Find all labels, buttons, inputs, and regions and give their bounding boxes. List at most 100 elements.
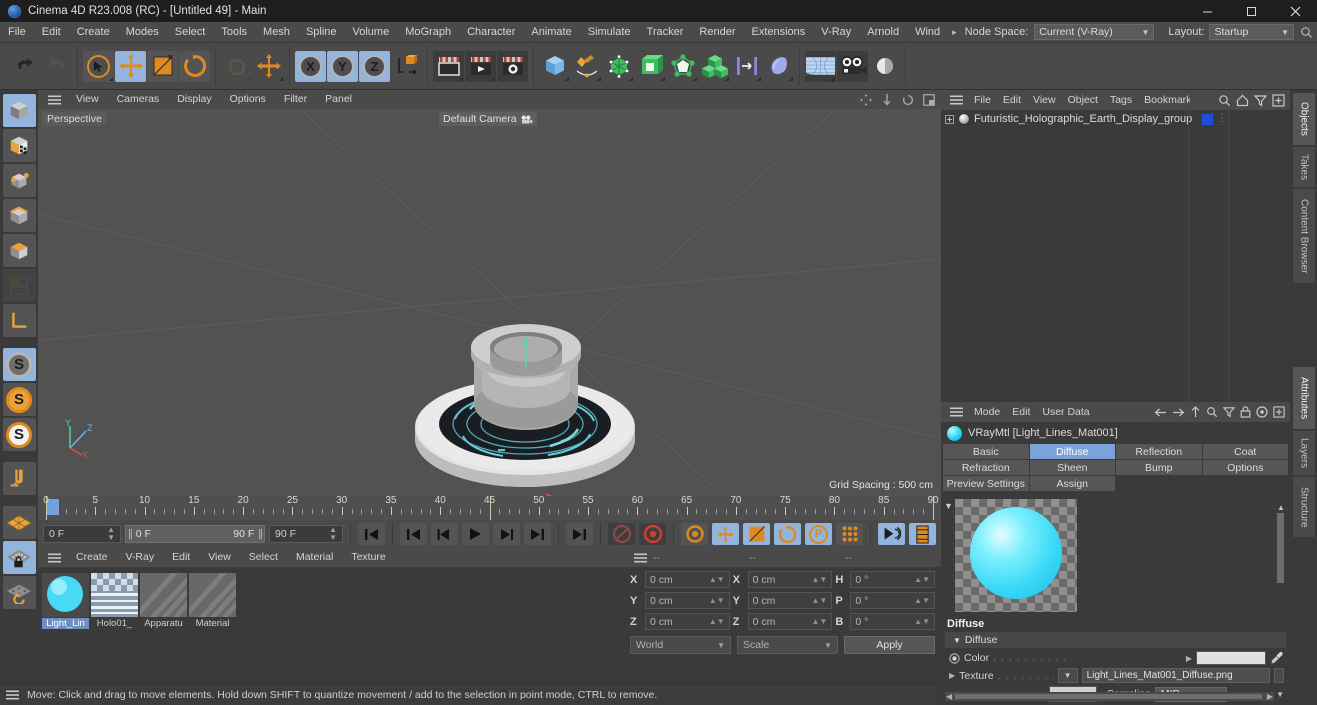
menu-edit[interactable]: Edit	[34, 22, 69, 43]
filter-icon[interactable]	[1223, 406, 1235, 418]
back-arrow-icon[interactable]	[1154, 407, 1167, 418]
material-item-material[interactable]: Material	[189, 573, 236, 629]
snap-toggle-button[interactable]	[2, 462, 36, 495]
om-menu-tags[interactable]: Tags	[1104, 90, 1138, 110]
rotation-key-button[interactable]	[774, 523, 801, 545]
coord-pos-z-input[interactable]: 0 cm ▲▼	[645, 613, 730, 630]
record-icon[interactable]	[1256, 406, 1268, 418]
spline-pen-button[interactable]	[571, 51, 602, 82]
viewport-menu-panel[interactable]: Panel	[316, 90, 361, 109]
dock-tab-content-browser[interactable]: Content Browser	[1293, 189, 1315, 283]
tab-refraction[interactable]: Refraction	[943, 460, 1029, 475]
menu-arnold[interactable]: Arnold	[859, 22, 907, 43]
menu-modes[interactable]: Modes	[118, 22, 167, 43]
radio-icon[interactable]	[949, 652, 960, 664]
tab-diffuse[interactable]: Diffuse	[1029, 444, 1115, 459]
enable-axis-button[interactable]: S	[2, 348, 36, 381]
move-tool-button[interactable]	[115, 50, 146, 82]
om-menu-edit[interactable]: Edit	[997, 90, 1027, 110]
preview-range-bar[interactable]: || 0 F 90 F ||	[125, 525, 265, 543]
search-icon[interactable]	[1206, 406, 1218, 418]
tab-sheen[interactable]: Sheen	[1029, 460, 1115, 475]
light-button[interactable]	[869, 51, 900, 82]
at-menu-edit[interactable]: Edit	[1006, 402, 1036, 422]
deformer-button[interactable]	[667, 51, 698, 82]
menu-mesh[interactable]: Mesh	[255, 22, 298, 43]
menu-select[interactable]: Select	[167, 22, 214, 43]
axis-x-button[interactable]: X	[295, 50, 326, 82]
layout-select[interactable]: Startup ▼	[1209, 24, 1294, 40]
rotate-tool-button[interactable]	[179, 50, 210, 82]
workplane-lock-button[interactable]	[2, 541, 36, 574]
maximize-view-icon[interactable]	[923, 93, 935, 106]
matman-menu-texture[interactable]: Texture	[342, 548, 394, 567]
matman-menu-create[interactable]: Create	[67, 548, 117, 567]
tab-coat[interactable]: Coat	[1202, 444, 1288, 459]
range-end-grip[interactable]: ||	[258, 528, 263, 540]
render-to-picture-viewer-button[interactable]	[465, 50, 496, 82]
dock-tab-objects[interactable]: Objects	[1293, 93, 1315, 145]
menu-extensions[interactable]: Extensions	[743, 22, 813, 43]
menu-vray[interactable]: V-Ray	[813, 22, 859, 43]
scene-environment-button[interactable]	[805, 50, 836, 82]
spinner-icon[interactable]: ▲▼	[101, 526, 115, 542]
undo-button[interactable]	[9, 51, 40, 82]
scroll-right-icon[interactable]: ▶	[1267, 692, 1273, 701]
subdivision-surface-button[interactable]	[603, 51, 634, 82]
tab-preview-settings[interactable]: Preview Settings	[943, 476, 1029, 491]
field-button[interactable]	[731, 51, 762, 82]
material-preview-thumbnail[interactable]	[955, 499, 1077, 612]
hscrollbar-thumb[interactable]	[955, 694, 1262, 699]
spinner-icon[interactable]: ▲▼	[812, 575, 828, 584]
coord-pos-y-input[interactable]: 0 cm ▲▼	[645, 592, 730, 609]
position-key-button[interactable]	[712, 523, 739, 545]
add-icon[interactable]	[1272, 93, 1285, 107]
autokeying-button[interactable]	[639, 523, 666, 545]
redo-button[interactable]	[41, 51, 72, 82]
polygon-mode-button[interactable]	[2, 234, 36, 267]
workplane-rotate-button[interactable]	[2, 576, 36, 609]
texture-extra-button[interactable]	[1274, 668, 1284, 683]
tab-basic[interactable]: Basic	[943, 444, 1029, 459]
next-frame-button[interactable]	[493, 523, 520, 545]
viewport-camera-label[interactable]: Default Camera	[439, 112, 537, 126]
axis-y-button[interactable]: Y	[327, 50, 358, 82]
chevron-right-icon[interactable]: ▶	[1186, 654, 1192, 663]
om-menu-view[interactable]: View	[1027, 90, 1062, 110]
spinner-icon[interactable]: ▲▼	[323, 526, 337, 542]
close-button[interactable]	[1273, 0, 1317, 22]
record-active-objects-button[interactable]	[608, 523, 635, 545]
coord-size-y-input[interactable]: 0 cm ▲▼	[747, 592, 833, 609]
generator-button[interactable]	[635, 51, 666, 82]
spinner-icon[interactable]: ▲▼	[812, 596, 828, 605]
play-mode-button[interactable]	[878, 523, 905, 545]
prev-frame-button[interactable]	[431, 523, 458, 545]
coord-pos-x-input[interactable]: 0 cm ▲▼	[645, 571, 730, 588]
current-frame-field[interactable]: 0 F ▲ ▼	[43, 525, 121, 543]
forward-arrow-icon[interactable]	[1172, 407, 1185, 418]
om-menu-object[interactable]: Object	[1062, 90, 1104, 110]
workplane-button[interactable]	[2, 506, 36, 539]
camera-button[interactable]	[837, 50, 868, 82]
pan-icon[interactable]	[860, 93, 872, 106]
point-mode-button[interactable]	[2, 164, 36, 197]
prev-key-button[interactable]	[400, 523, 427, 545]
menu-create[interactable]: Create	[69, 22, 118, 43]
material-item-light-lines[interactable]: Light_Lin	[42, 573, 89, 629]
scale-key-button[interactable]	[743, 523, 770, 545]
material-item-holo01[interactable]: Holo01_	[91, 573, 138, 629]
expand-toggle-icon[interactable]	[945, 114, 954, 124]
tab-assign[interactable]: Assign	[1029, 476, 1115, 491]
viewport-menu-display[interactable]: Display	[168, 90, 220, 109]
tab-options[interactable]: Options	[1202, 460, 1288, 475]
level-of-detail-button[interactable]	[909, 523, 936, 545]
world-axis-button[interactable]: S	[2, 418, 36, 451]
hamburger-icon[interactable]	[945, 407, 968, 417]
play-button[interactable]	[462, 523, 489, 545]
world-object-axis-button[interactable]	[391, 51, 422, 82]
axis-z-button[interactable]: Z	[359, 50, 390, 82]
array-cloner-button[interactable]	[699, 51, 730, 82]
menu-window[interactable]: Wind	[907, 22, 948, 43]
filter-icon[interactable]	[1254, 94, 1267, 107]
diffuse-group-header[interactable]: ▼ Diffuse	[945, 632, 1286, 648]
